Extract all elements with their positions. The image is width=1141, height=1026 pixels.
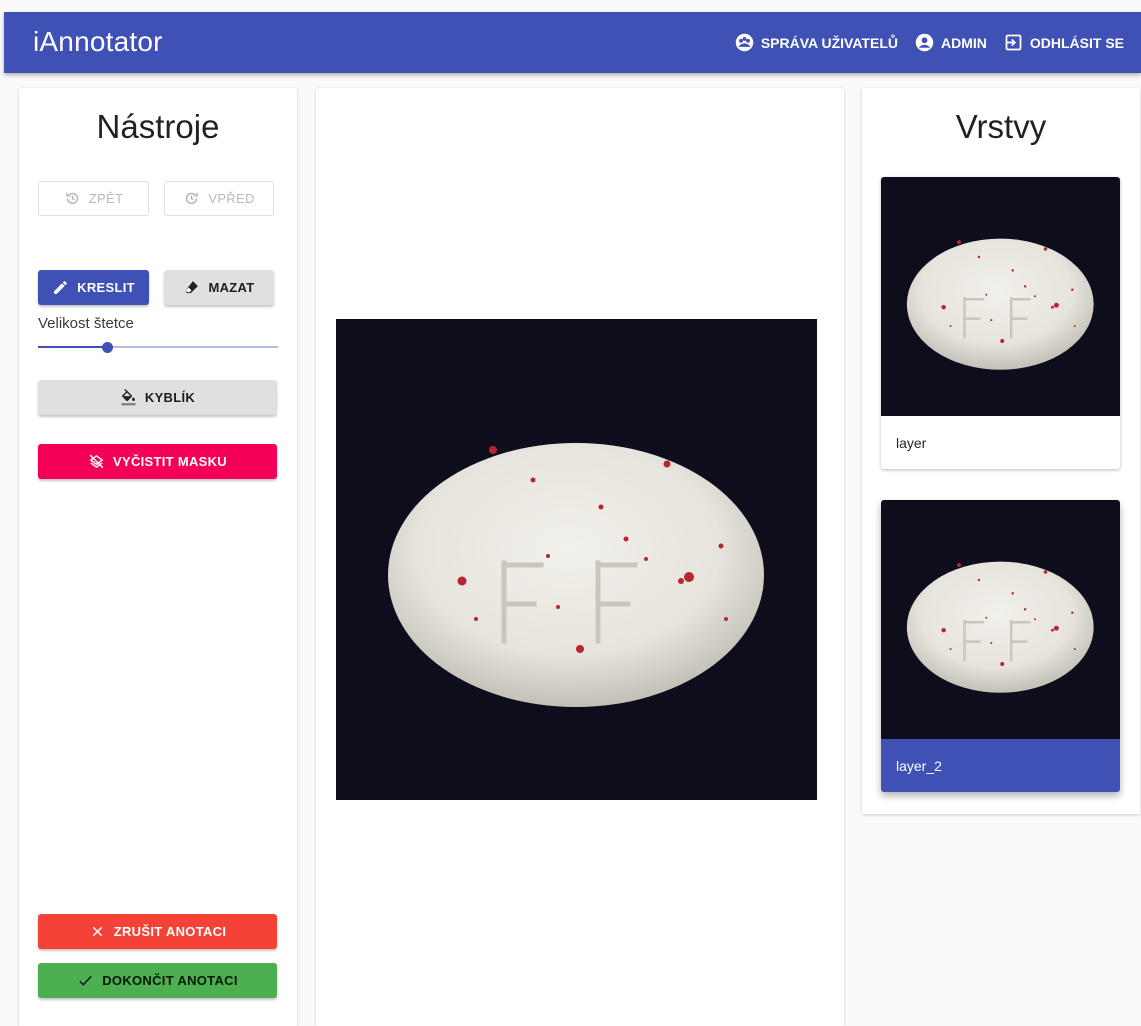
layers-panel: Vrstvy layer layer_2 — [862, 88, 1140, 814]
brush-size-label: Velikost štetce — [38, 315, 134, 332]
clear-mask-label: VYČISTIT MASKU — [113, 454, 227, 469]
erase-button[interactable]: MAZAT — [164, 270, 274, 305]
layer-card-selected[interactable]: layer_2 — [881, 500, 1120, 792]
annotation-canvas[interactable] — [336, 319, 817, 800]
history-icon — [65, 192, 78, 205]
check-icon — [79, 975, 92, 986]
layers-clear-icon — [89, 454, 104, 469]
pencil-icon — [54, 281, 68, 294]
bucket-label: KYBLÍK — [144, 390, 196, 405]
tools-title: Nástroje — [96, 108, 220, 145]
eraser-icon — [185, 281, 199, 294]
finish-annotation-label: DOKONČIT ANOTACI — [102, 973, 238, 988]
clear-mask-button[interactable]: VYČISTIT MASKU — [38, 444, 277, 479]
admin-label: ADMIN — [940, 34, 987, 51]
slider-track — [38, 346, 108, 348]
user-management-label: SPRÁVA UŽIVATELŮ — [760, 34, 898, 51]
app-title[interactable]: iAnnotator — [33, 26, 163, 58]
layer-name: layer_2 — [881, 739, 1120, 792]
draw-label: KRESLIT — [77, 280, 135, 295]
undo-label: ZPĚT — [88, 191, 124, 206]
top-nav: SPRÁVA UŽIVATELŮ ADMIN ODHLÁSIT SE — [734, 12, 1124, 73]
users-group-icon — [735, 33, 754, 52]
slider-thumb[interactable] — [102, 342, 114, 353]
redo-button[interactable]: VPŘED — [164, 181, 274, 216]
logout-label: ODHLÁSIT SE — [1029, 34, 1124, 51]
redo-icon — [186, 192, 199, 205]
logout-icon — [1005, 34, 1022, 51]
app-bar: iAnnotator SPRÁVA UŽIVATELŮ ADMIN ODHLÁS… — [4, 12, 1141, 73]
cancel-annotation-label: ZRUŠIT ANOTACI — [113, 924, 227, 939]
annotation-canvas-panel — [316, 88, 844, 1026]
draw-button[interactable]: KRESLIT — [38, 270, 149, 305]
undo-button[interactable]: ZPĚT — [38, 181, 149, 216]
cancel-annotation-button[interactable]: ZRUŠIT ANOTACI — [38, 914, 277, 949]
brush-size-slider[interactable] — [38, 340, 278, 354]
paint-bucket-icon — [121, 389, 136, 406]
layer-card[interactable]: layer — [881, 177, 1120, 469]
redo-label: VPŘED — [208, 191, 255, 206]
logout-button[interactable]: ODHLÁSIT SE — [1003, 32, 1124, 53]
finish-annotation-button[interactable]: DOKONČIT ANOTACI — [38, 963, 277, 998]
user-management-button[interactable]: SPRÁVA UŽIVATELŮ — [734, 32, 898, 53]
close-icon — [92, 926, 102, 937]
bucket-button[interactable]: KYBLÍK — [38, 380, 277, 415]
layer-thumbnail — [881, 500, 1120, 739]
account-circle-icon — [915, 33, 934, 52]
layer-thumbnail — [881, 177, 1120, 416]
erase-label: MAZAT — [208, 280, 255, 295]
layers-title: Vrstvy — [955, 108, 1047, 145]
layer-name: layer — [896, 434, 927, 451]
tools-panel: Nástroje ZPĚT VPŘED KRESLIT MAZAT Veliko… — [19, 88, 297, 1026]
admin-button[interactable]: ADMIN — [914, 32, 987, 53]
